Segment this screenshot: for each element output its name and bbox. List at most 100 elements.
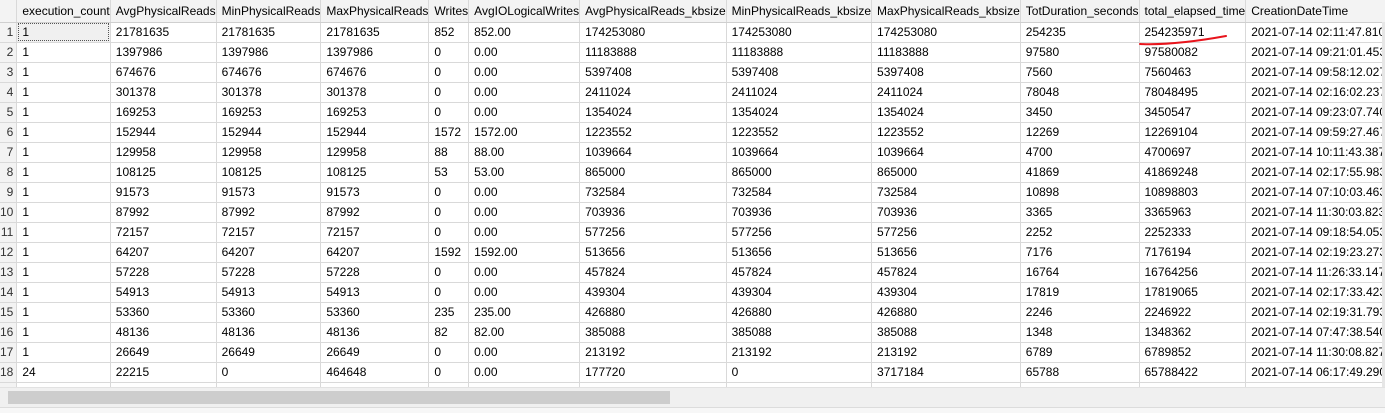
cell-maxphysicalreads[interactable]: 57228 <box>320 262 430 283</box>
cell-avgphysicalreads_kbsize[interactable]: 5397408 <box>579 62 727 83</box>
cell-avgiologicalwrites[interactable]: 0.00 <box>468 42 581 63</box>
cell-total_elapsed_time[interactable]: 17819065 <box>1139 282 1247 303</box>
cell-minphysicalreads_kbsize[interactable]: 1039664 <box>726 142 873 163</box>
cell-maxphysicalreads[interactable]: 21781635 <box>320 22 430 43</box>
cell-creationdatetime[interactable]: 2021-07-14 07:47:38.540 <box>1245 322 1385 343</box>
row-number[interactable]: 2 <box>0 42 18 63</box>
cell-minphysicalreads_kbsize[interactable]: 213192 <box>726 342 873 363</box>
column-header-execution_count[interactable]: execution_count <box>16 0 111 23</box>
row-number[interactable]: 4 <box>0 82 18 103</box>
cell-minphysicalreads_kbsize[interactable]: 5397408 <box>726 62 873 83</box>
cell-maxphysicalreads[interactable]: 301378 <box>320 82 430 103</box>
cell-minphysicalreads[interactable]: 108125 <box>216 162 322 183</box>
cell-totduration_seconds[interactable]: 41869 <box>1020 162 1140 183</box>
cell-avgphysicalreads_kbsize[interactable]: 213192 <box>579 342 727 363</box>
cell-maxphysicalreads[interactable]: 48136 <box>320 322 430 343</box>
cell-totduration_seconds[interactable]: 7560 <box>1020 62 1140 83</box>
cell-minphysicalreads[interactable]: 54913 <box>216 282 322 303</box>
cell-writes[interactable]: 53 <box>428 162 470 183</box>
cell-avgphysicalreads_kbsize[interactable]: 2411024 <box>579 82 727 103</box>
cell-total_elapsed_time[interactable]: 7560463 <box>1139 62 1247 83</box>
cell-totduration_seconds[interactable]: 6789 <box>1020 342 1140 363</box>
cell-writes[interactable]: 0 <box>428 222 470 243</box>
cell-totduration_seconds[interactable]: 1348 <box>1020 322 1140 343</box>
cell-totduration_seconds[interactable]: 2252 <box>1020 222 1140 243</box>
column-header-total_elapsed_time[interactable]: total_elapsed_time <box>1139 0 1247 23</box>
cell-minphysicalreads[interactable]: 72157 <box>216 222 322 243</box>
cell-maxphysicalreads_kbsize[interactable]: 1223552 <box>871 122 1021 143</box>
cell-avgphysicalreads_kbsize[interactable]: 1354024 <box>579 102 727 123</box>
cell-execution_count[interactable]: 1 <box>16 142 111 163</box>
cell-writes[interactable]: 0 <box>428 342 470 363</box>
cell-creationdatetime[interactable]: 2021-07-14 09:59:27.467 <box>1245 122 1385 143</box>
cell-minphysicalreads[interactable]: 21781635 <box>216 22 322 43</box>
cell-total_elapsed_time[interactable]: 254235971 <box>1139 22 1247 43</box>
cell-execution_count[interactable]: 1 <box>16 222 111 243</box>
cell-writes[interactable]: 0 <box>428 362 470 383</box>
cell-totduration_seconds[interactable]: 2246 <box>1020 302 1140 323</box>
cell-maxphysicalreads[interactable]: 53360 <box>320 302 430 323</box>
cell-maxphysicalreads[interactable]: 91573 <box>320 182 430 203</box>
cell-writes[interactable]: 0 <box>428 202 470 223</box>
cell-minphysicalreads[interactable]: 129958 <box>216 142 322 163</box>
cell-totduration_seconds[interactable]: 12269 <box>1020 122 1140 143</box>
row-number[interactable]: 17 <box>0 342 18 363</box>
cell-creationdatetime[interactable]: 2021-07-14 11:30:03.823 <box>1245 202 1385 223</box>
cell-minphysicalreads_kbsize[interactable]: 426880 <box>726 302 873 323</box>
cell-creationdatetime[interactable]: 2021-07-14 06:17:49.290 <box>1245 362 1385 383</box>
cell-minphysicalreads_kbsize[interactable]: 457824 <box>726 262 873 283</box>
cell-maxphysicalreads_kbsize[interactable]: 439304 <box>871 282 1021 303</box>
cell-avgiologicalwrites[interactable]: 0.00 <box>468 282 581 303</box>
cell-creationdatetime[interactable]: 2021-07-14 02:19:31.793 <box>1245 302 1385 323</box>
cell-execution_count[interactable]: 1 <box>16 242 111 263</box>
cell-avgphysicalreads_kbsize[interactable]: 457824 <box>579 262 727 283</box>
cell-execution_count[interactable]: 1 <box>16 42 111 63</box>
row-number[interactable]: 13 <box>0 262 18 283</box>
cell-total_elapsed_time[interactable]: 2246922 <box>1139 302 1247 323</box>
cell-maxphysicalreads_kbsize[interactable]: 457824 <box>871 262 1021 283</box>
cell-execution_count[interactable]: 1 <box>16 102 111 123</box>
cell-avgiologicalwrites[interactable]: 1572.00 <box>468 122 581 143</box>
cell-total_elapsed_time[interactable]: 12269104 <box>1139 122 1247 143</box>
cell-minphysicalreads_kbsize[interactable]: 703936 <box>726 202 873 223</box>
cell-creationdatetime[interactable]: 2021-07-14 11:30:08.827 <box>1245 342 1385 363</box>
cell-totduration_seconds[interactable]: 3365 <box>1020 202 1140 223</box>
cell-avgphysicalreads[interactable]: 57228 <box>110 262 217 283</box>
cell-execution_count[interactable]: 24 <box>16 362 111 383</box>
cell-writes[interactable]: 82 <box>428 322 470 343</box>
cell-maxphysicalreads_kbsize[interactable]: 5397408 <box>871 62 1021 83</box>
cell-avgphysicalreads_kbsize[interactable]: 732584 <box>579 182 727 203</box>
cell-minphysicalreads[interactable]: 57228 <box>216 262 322 283</box>
cell-creationdatetime[interactable]: 2021-07-14 09:23:07.740 <box>1245 102 1385 123</box>
cell-avgphysicalreads_kbsize[interactable]: 385088 <box>579 322 727 343</box>
cell-writes[interactable]: 0 <box>428 102 470 123</box>
cell-maxphysicalreads[interactable]: 87992 <box>320 202 430 223</box>
cell-execution_count[interactable]: 1 <box>16 302 111 323</box>
cell-avgphysicalreads[interactable]: 54913 <box>110 282 217 303</box>
column-header-writes[interactable]: Writes <box>428 0 470 23</box>
cell-avgphysicalreads[interactable]: 674676 <box>110 62 217 83</box>
cell-avgphysicalreads[interactable]: 129958 <box>110 142 217 163</box>
cell-writes[interactable]: 235 <box>428 302 470 323</box>
cell-execution_count[interactable]: 1 <box>16 182 111 203</box>
cell-totduration_seconds[interactable]: 254235 <box>1020 22 1140 43</box>
row-number[interactable]: 5 <box>0 102 18 123</box>
column-header-avgiologicalwrites[interactable]: AvgIOLogicalWrites <box>468 0 581 23</box>
cell-writes[interactable]: 0 <box>428 262 470 283</box>
cell-avgphysicalreads[interactable]: 22215 <box>110 362 217 383</box>
cell-totduration_seconds[interactable]: 97580 <box>1020 42 1140 63</box>
cell-maxphysicalreads[interactable]: 26649 <box>320 342 430 363</box>
cell-creationdatetime[interactable]: 2021-07-14 02:16:02.237 <box>1245 82 1385 103</box>
cell-avgiologicalwrites[interactable]: 0.00 <box>468 362 581 383</box>
cell-totduration_seconds[interactable]: 7176 <box>1020 242 1140 263</box>
cell-creationdatetime[interactable]: 2021-07-14 07:10:03.463 <box>1245 182 1385 203</box>
cell-execution_count[interactable]: 1 <box>16 342 111 363</box>
cell-minphysicalreads_kbsize[interactable]: 865000 <box>726 162 873 183</box>
cell-avgphysicalreads[interactable]: 169253 <box>110 102 217 123</box>
row-number[interactable]: 9 <box>0 182 18 203</box>
cell-maxphysicalreads[interactable]: 464648 <box>320 362 430 383</box>
row-header-corner[interactable] <box>0 0 18 23</box>
cell-maxphysicalreads[interactable]: 72157 <box>320 222 430 243</box>
cell-total_elapsed_time[interactable]: 78048495 <box>1139 82 1247 103</box>
cell-totduration_seconds[interactable]: 16764 <box>1020 262 1140 283</box>
